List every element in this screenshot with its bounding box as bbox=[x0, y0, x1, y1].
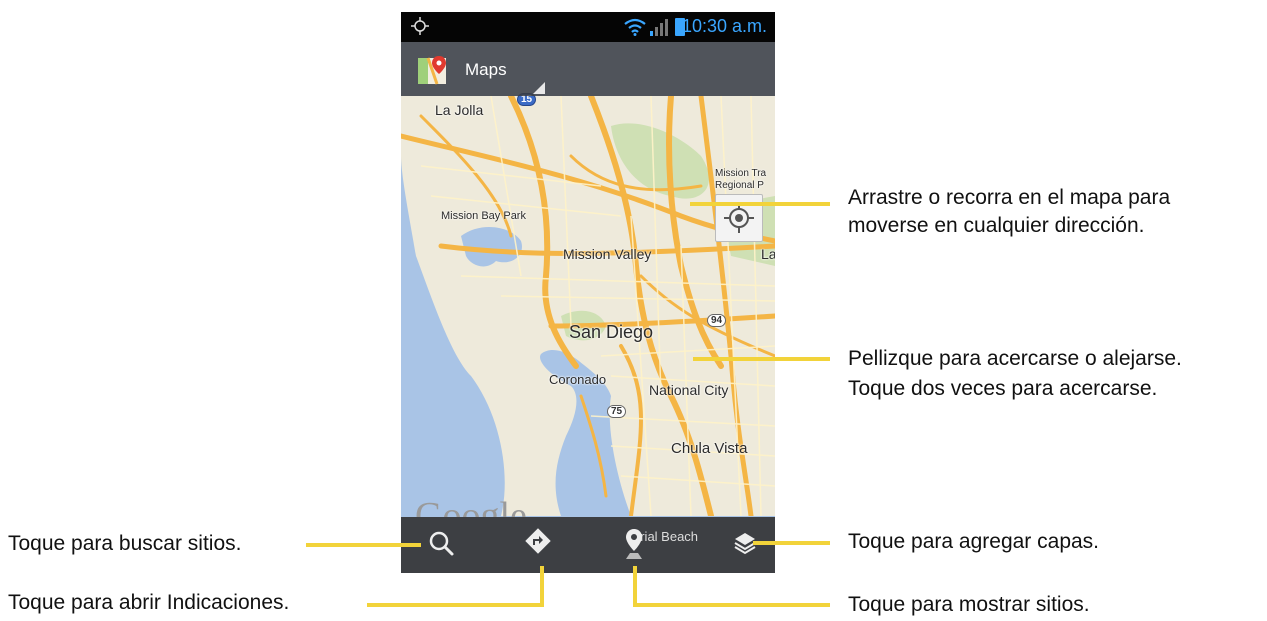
callout-pinch-line-1: Pellizque para acercarse o alejarse. bbox=[848, 347, 1182, 370]
map-label-mission-bay-park: Mission Bay Park bbox=[441, 210, 526, 222]
places-icon bbox=[626, 529, 642, 559]
highway-shield-75: 75 bbox=[607, 405, 627, 418]
app-bar: Maps bbox=[401, 42, 775, 96]
map-label-la-jolla: La Jolla bbox=[435, 102, 484, 118]
gps-icon bbox=[411, 17, 429, 35]
search-icon bbox=[429, 531, 454, 556]
callout-line-drag bbox=[690, 202, 830, 206]
map-label-coronado: Coronado bbox=[549, 372, 607, 387]
callout-line-directions-h bbox=[367, 603, 544, 607]
search-button[interactable] bbox=[413, 517, 473, 573]
bottom-toolbar: erial Beach bbox=[401, 517, 775, 573]
callout-pinch: Pellizque para acercarse o alejarse. Toq… bbox=[848, 344, 1182, 404]
callout-pinch-line-2: Toque dos veces para acercarse. bbox=[848, 377, 1158, 400]
phone-screen: La Jolla Mission Tra Regional P Mission … bbox=[401, 12, 775, 573]
callout-search: Toque para buscar sitios. bbox=[8, 532, 242, 555]
directions-icon bbox=[525, 528, 551, 554]
callout-drag: Arrastre o recorra en el mapa para mover… bbox=[848, 184, 1170, 240]
callout-places: Toque para mostrar sitios. bbox=[848, 593, 1090, 616]
map-label-san-diego: San Diego bbox=[569, 322, 654, 342]
map-label-national-city: National City bbox=[649, 382, 729, 398]
callout-layers: Toque para agregar capas. bbox=[848, 530, 1100, 553]
callout-line-layers bbox=[753, 541, 830, 545]
highway-shield-94: 94 bbox=[707, 314, 727, 327]
callout-line-search bbox=[306, 543, 421, 547]
map-label-regional-park: Regional P bbox=[715, 180, 764, 191]
callout-line-places-v bbox=[633, 566, 637, 607]
dropdown-corner-icon[interactable] bbox=[533, 82, 545, 94]
callout-drag-line-1: Arrastre o recorra en el mapa para bbox=[848, 186, 1171, 209]
places-button[interactable] bbox=[604, 517, 664, 573]
callout-line-pinch bbox=[693, 357, 830, 361]
maps-logo-icon[interactable] bbox=[417, 54, 449, 86]
layers-button[interactable] bbox=[715, 517, 775, 573]
map-label-mission-valley: Mission Valley bbox=[563, 246, 652, 262]
callout-line-directions-v bbox=[540, 566, 544, 607]
wifi-icon bbox=[624, 18, 646, 36]
app-title[interactable]: Maps bbox=[465, 60, 507, 80]
status-time: 10:30 a.m. bbox=[681, 16, 767, 36]
map-view[interactable]: La Jolla Mission Tra Regional P Mission … bbox=[401, 93, 775, 537]
signal-icon bbox=[650, 19, 668, 36]
callout-directions: Toque para abrir Indicaciones. bbox=[8, 591, 290, 614]
status-bar: 10:30 a.m. bbox=[401, 12, 775, 42]
map-label-chula-vista: Chula Vista bbox=[671, 440, 748, 457]
layers-icon bbox=[734, 533, 756, 555]
callout-drag-line-2: moverse en cualquier dirección. bbox=[848, 214, 1145, 237]
map-label-la: La bbox=[761, 246, 775, 262]
callout-line-places-h bbox=[633, 603, 830, 607]
directions-button[interactable] bbox=[508, 517, 568, 573]
map-label-mission-trails: Mission Tra bbox=[715, 168, 767, 179]
